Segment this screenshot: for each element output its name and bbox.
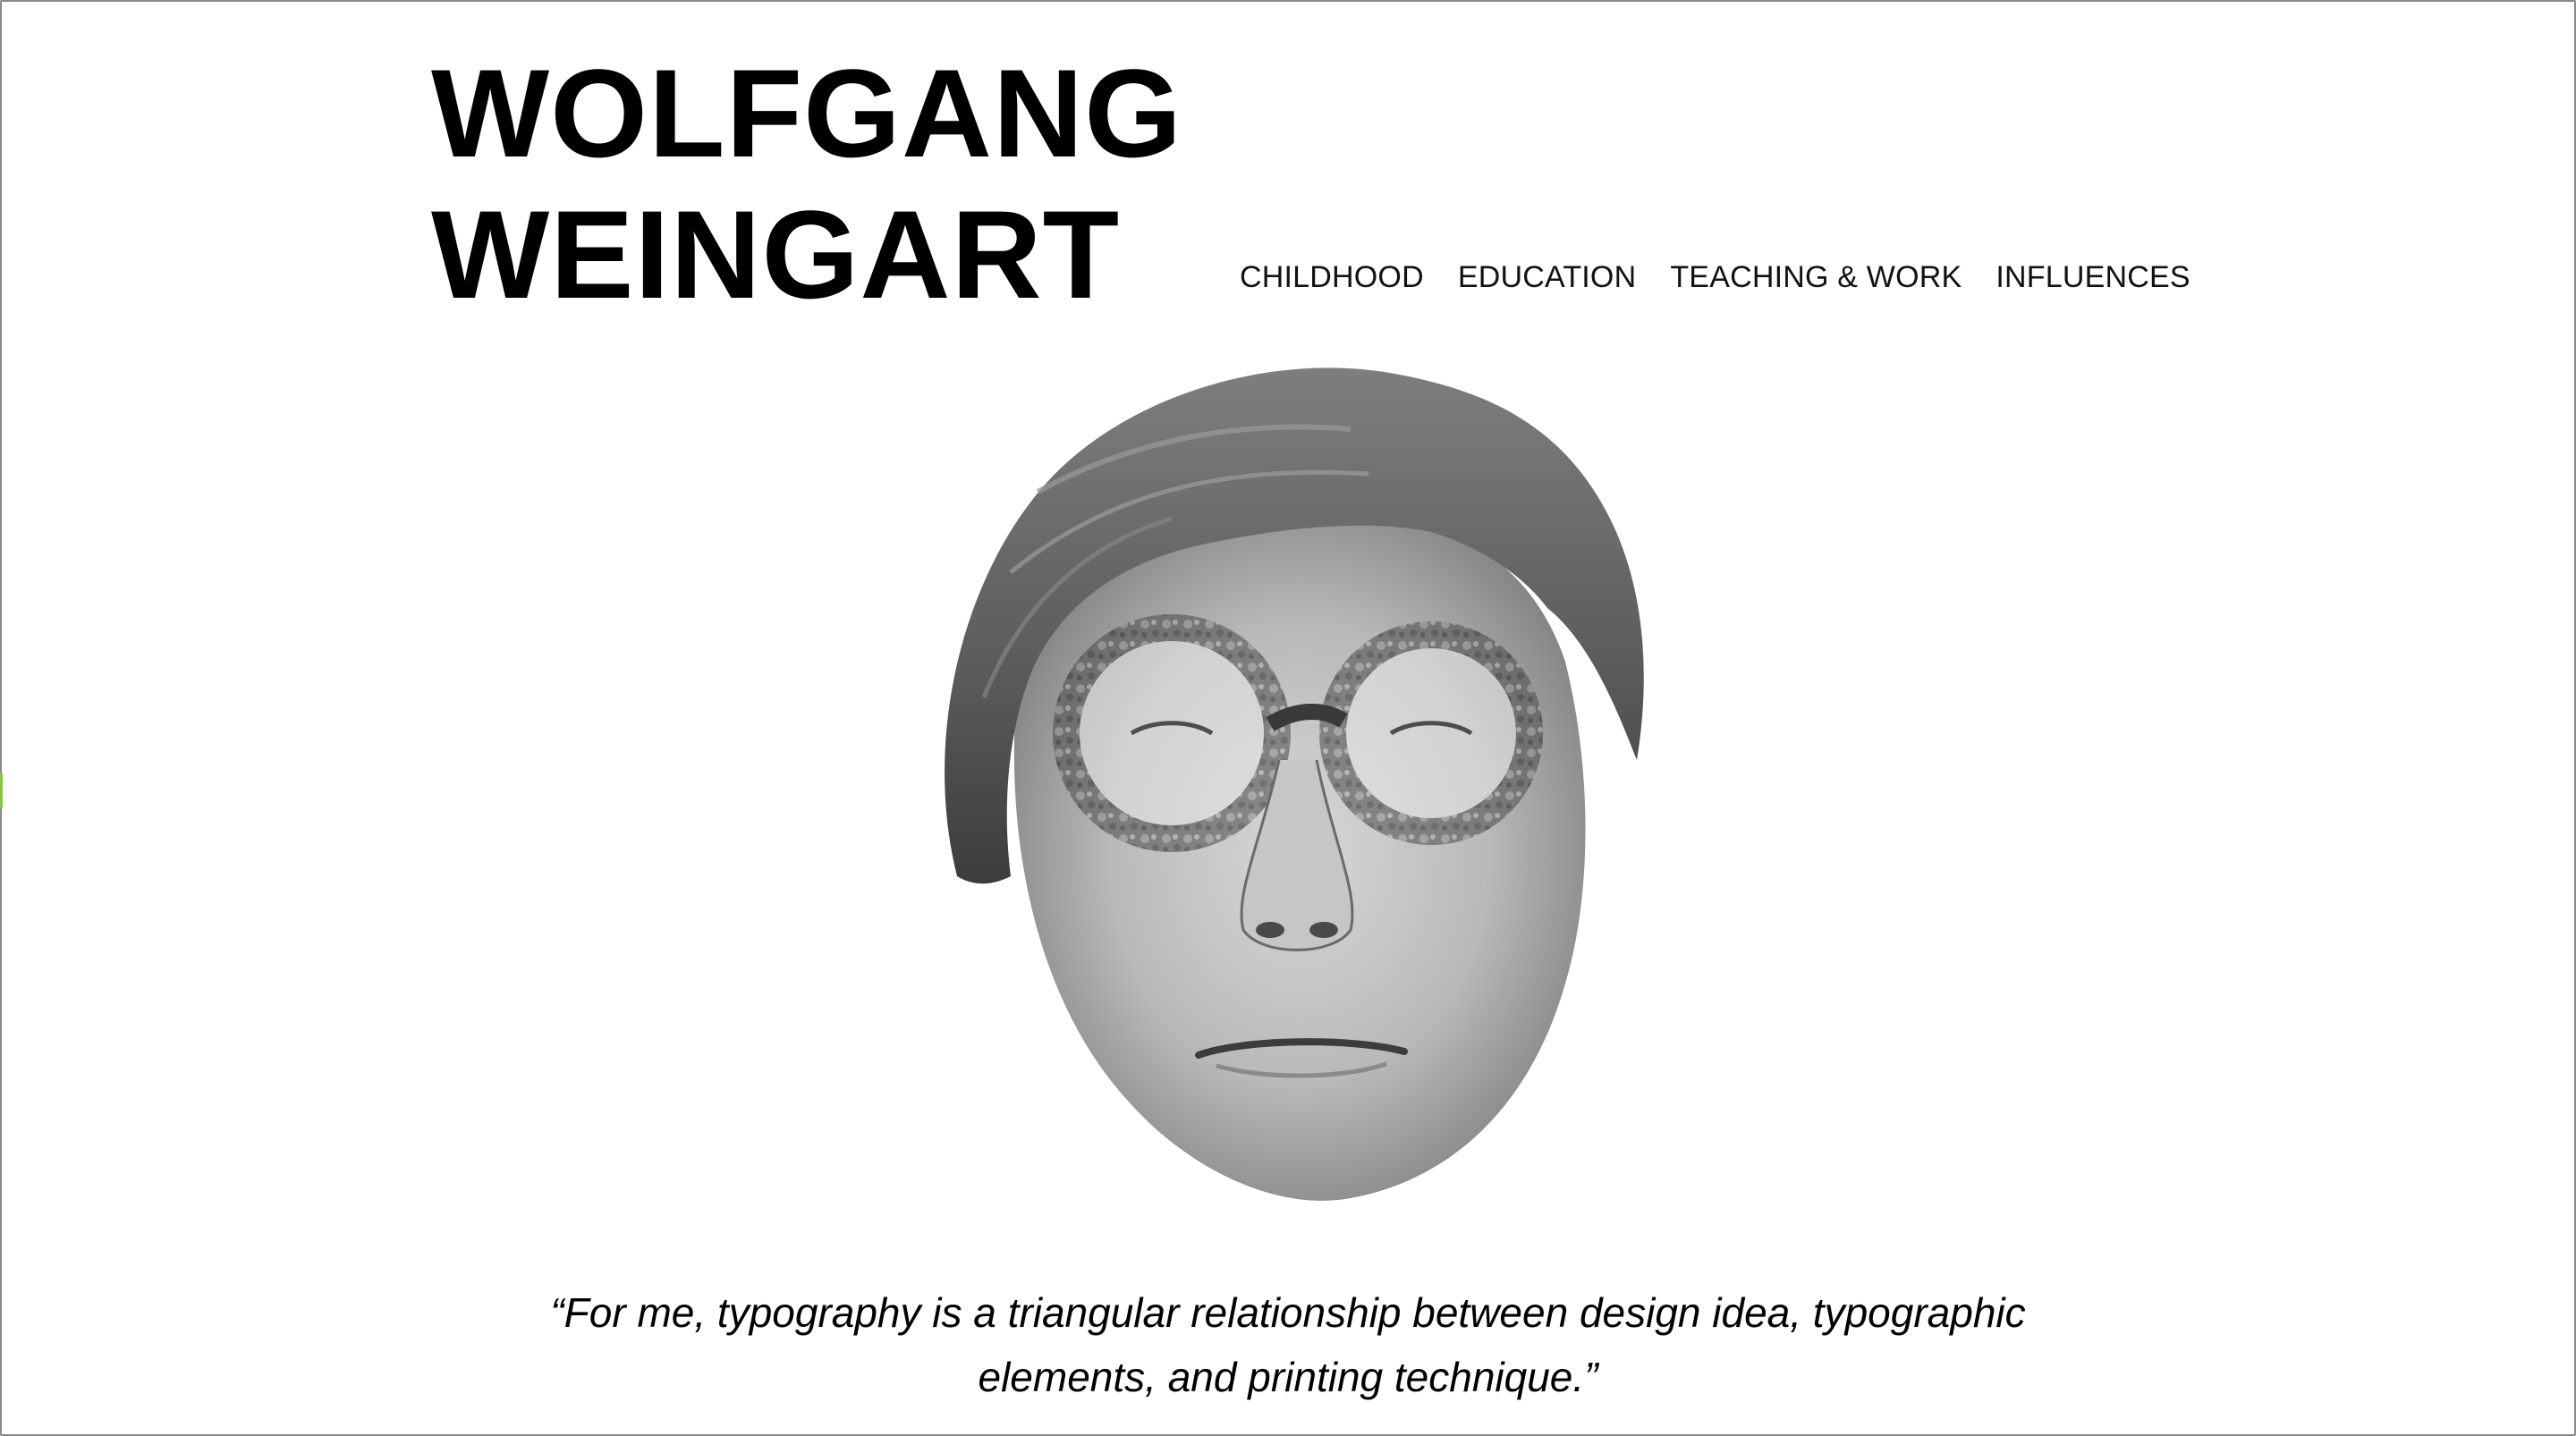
- featured-quote: “For me, typography is a triangular rela…: [429, 1280, 2147, 1409]
- edge-indicator: [0, 773, 3, 808]
- site-title: WOLFGANG WEINGART: [431, 43, 1182, 325]
- nav-link-influences[interactable]: INFLUENCES: [1996, 259, 2190, 295]
- portrait-image: [945, 367, 1644, 1201]
- nav-link-teaching-work[interactable]: TEACHING & WORK: [1670, 259, 1962, 295]
- quote-line-2: elements, and printing technique.”: [978, 1354, 1598, 1400]
- site-title-line-2: WEINGART: [431, 184, 1121, 325]
- main-nav: CHILDHOOD EDUCATION TEACHING & WORK INFL…: [1240, 259, 2190, 295]
- nav-link-childhood[interactable]: CHILDHOOD: [1240, 259, 1424, 295]
- site-title-line-1: WOLFGANG: [431, 43, 1183, 183]
- nav-link-education[interactable]: EDUCATION: [1458, 259, 1637, 295]
- quote-line-1: “For me, typography is a triangular rela…: [550, 1289, 2026, 1336]
